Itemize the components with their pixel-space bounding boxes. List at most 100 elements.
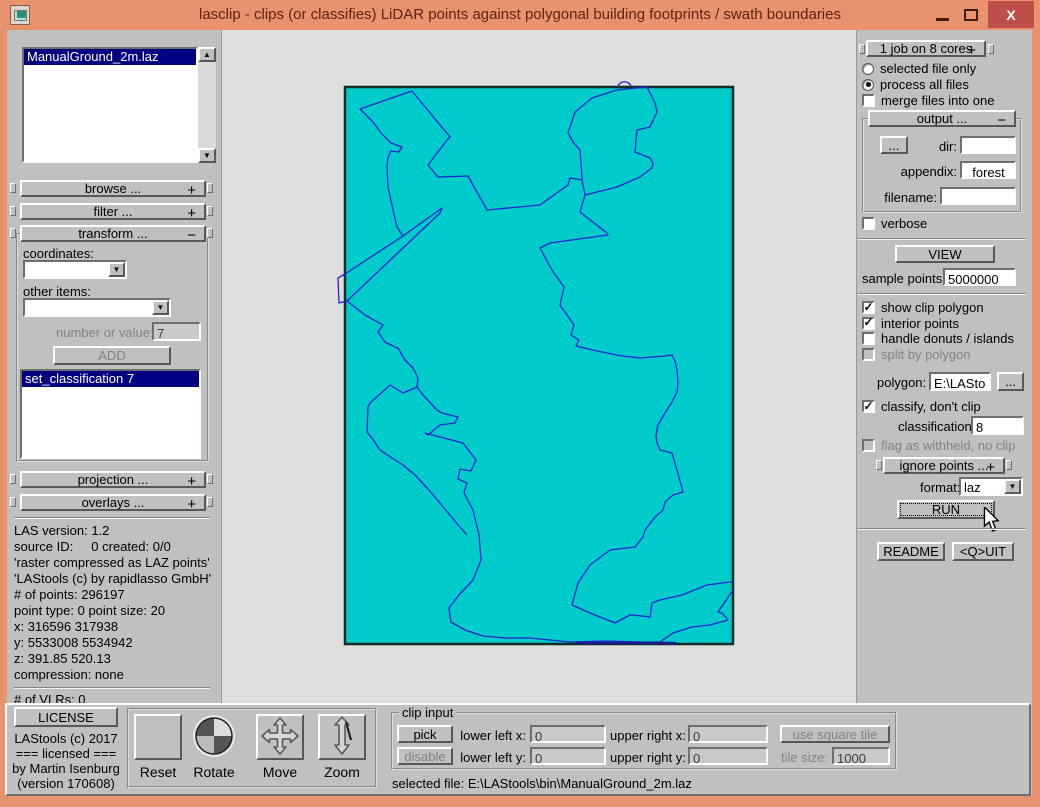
- title-bar: lasclip - clips (or classifies) LiDAR po…: [0, 0, 1040, 30]
- disable-button[interactable]: disable: [397, 747, 453, 765]
- option-handle-donuts-islands[interactable]: ✓handle donuts / islands: [862, 331, 1014, 346]
- lasclip-window: lasclip - clips (or classifies) LiDAR po…: [0, 0, 1040, 807]
- output-dir-browse-button[interactable]: ...: [880, 136, 908, 154]
- number-or-value-input[interactable]: 7: [152, 322, 201, 341]
- filename-input[interactable]: [940, 187, 1016, 205]
- side-tab: [988, 44, 994, 54]
- las-info-line: source ID: 0 created: 0/0: [14, 539, 219, 555]
- classify-dont-clip-checkbox[interactable]: ✓ classify, don't clip: [862, 399, 981, 414]
- scroll-down-icon[interactable]: ▼: [198, 148, 216, 163]
- radio-icon: [862, 63, 874, 75]
- lower-left-y-input[interactable]: 0: [530, 747, 606, 765]
- side-tab: [10, 474, 16, 484]
- collapse-icon: −: [997, 112, 1006, 129]
- chevron-down-icon[interactable]: ▼: [152, 300, 169, 315]
- lidar-extent-rect: [345, 87, 733, 644]
- ignore-points-section-button[interactable]: ignore points ... +: [883, 457, 1005, 474]
- upper-right-y-input[interactable]: 0: [688, 747, 768, 765]
- overlays-section-button[interactable]: overlays ... +: [20, 494, 206, 511]
- reset-view-button[interactable]: [134, 714, 182, 760]
- rotate-view-label: Rotate: [180, 764, 248, 780]
- transform-action-list[interactable]: set_classification 7: [20, 369, 201, 459]
- quit-button[interactable]: <Q>UIT: [952, 542, 1014, 561]
- option-interior-points[interactable]: ✓interior points: [862, 316, 959, 331]
- appendix-label: appendix:: [900, 164, 957, 179]
- expand-icon: +: [187, 496, 196, 513]
- tile-size-input[interactable]: 1000: [832, 747, 890, 765]
- merge-files-checkbox[interactable]: ✓ merge files into one: [862, 93, 994, 108]
- transform-action-item[interactable]: set_classification 7: [22, 371, 199, 387]
- side-tab: [10, 497, 16, 507]
- zoom-view-button[interactable]: [318, 714, 366, 760]
- other-items-label: other items:: [23, 284, 91, 299]
- file-list-item[interactable]: ManualGround_2m.laz: [24, 49, 196, 65]
- add-button[interactable]: ADD: [53, 346, 171, 365]
- minimize-button[interactable]: [930, 2, 954, 28]
- scroll-up-icon[interactable]: ▲: [198, 47, 216, 62]
- checkbox-icon: ✓: [862, 332, 875, 345]
- file-list-scrollbar[interactable]: ▲ ▼: [198, 47, 216, 163]
- transform-section-button[interactable]: transform ... −: [20, 225, 206, 242]
- move-view-button[interactable]: [256, 714, 304, 760]
- option-show-clip-polygon[interactable]: ✓show clip polygon: [862, 300, 984, 315]
- checkbox-icon: ✓: [862, 94, 875, 107]
- classification-input[interactable]: 8: [971, 416, 1024, 435]
- sample-points-label: sample points:: [862, 271, 946, 286]
- projection-section-button[interactable]: projection ... +: [20, 471, 206, 488]
- credit-line: === licensed ===: [6, 746, 126, 761]
- file-list[interactable]: ManualGround_2m.laz: [22, 47, 198, 163]
- expand-icon: +: [967, 42, 976, 59]
- maximize-button[interactable]: [959, 2, 983, 28]
- credit-line: LAStools (c) 2017: [6, 731, 126, 746]
- las-info-line: x: 316596 317938: [14, 619, 219, 635]
- coordinates-label: coordinates:: [23, 246, 94, 261]
- side-tab: [876, 460, 882, 470]
- flag-withheld-checkbox[interactable]: ✓ flag as withheld, no clip: [862, 438, 1015, 453]
- view-button[interactable]: VIEW: [895, 245, 995, 263]
- divider: [858, 528, 1026, 529]
- radio-process-all-files[interactable]: process all files: [862, 77, 969, 92]
- coordinates-dropdown[interactable]: ▼: [23, 260, 127, 279]
- other-items-dropdown[interactable]: ▼: [23, 298, 171, 317]
- tile-size-label: tile size:: [778, 750, 828, 765]
- clip-input-legend: clip input: [399, 705, 456, 720]
- lower-left-x-input[interactable]: 0: [530, 725, 606, 743]
- format-dropdown[interactable]: laz ▼: [959, 477, 1023, 496]
- side-tab: [207, 474, 213, 484]
- pick-button[interactable]: pick: [397, 725, 453, 743]
- side-tab: [207, 183, 213, 193]
- checkbox-icon: ✓: [862, 317, 875, 330]
- filter-section-button[interactable]: filter ... +: [20, 203, 206, 220]
- license-button[interactable]: LICENSE: [14, 707, 118, 727]
- classification-label: classification:: [898, 419, 975, 434]
- use-square-tile-button[interactable]: use square tile: [780, 725, 890, 743]
- upper-right-x-label: upper right x:: [610, 728, 684, 743]
- radio-selected-file-only[interactable]: selected file only: [862, 61, 976, 76]
- verbose-checkbox[interactable]: ✓ verbose: [862, 216, 927, 231]
- rotate-view-button[interactable]: [190, 714, 238, 760]
- format-label: format:: [920, 480, 960, 495]
- dir-input[interactable]: [960, 136, 1016, 154]
- polygon-input[interactable]: E:\LASto: [929, 372, 991, 391]
- las-info-line: y: 5533008 5534942: [14, 635, 219, 651]
- option-split-by-polygon[interactable]: ✓split by polygon: [862, 347, 971, 362]
- output-section-button[interactable]: output ... −: [868, 110, 1016, 127]
- move-view-label: Move: [246, 764, 314, 780]
- sample-points-input[interactable]: 5000000: [943, 268, 1016, 286]
- close-button[interactable]: X: [988, 1, 1034, 28]
- upper-right-x-input[interactable]: 0: [688, 725, 768, 743]
- chevron-down-icon[interactable]: ▼: [1004, 479, 1021, 494]
- credit-line: (version 170608): [6, 776, 126, 791]
- expand-icon: +: [187, 205, 196, 222]
- maximize-icon: [964, 9, 978, 21]
- appendix-input[interactable]: _forest: [960, 161, 1016, 179]
- cores-section-button[interactable]: 1 job on 8 cores +: [866, 40, 986, 57]
- upper-right-y-label: upper right y:: [610, 750, 684, 765]
- polygon-browse-button[interactable]: ...: [997, 372, 1024, 391]
- readme-button[interactable]: README: [877, 542, 945, 561]
- selected-file-status: selected file: E:\LAStools\bin\ManualGro…: [392, 776, 692, 791]
- expand-icon: +: [187, 182, 196, 199]
- las-info-line: LAS version: 1.2: [14, 523, 219, 539]
- chevron-down-icon[interactable]: ▼: [108, 262, 125, 277]
- browse-section-button[interactable]: browse ... +: [20, 180, 206, 197]
